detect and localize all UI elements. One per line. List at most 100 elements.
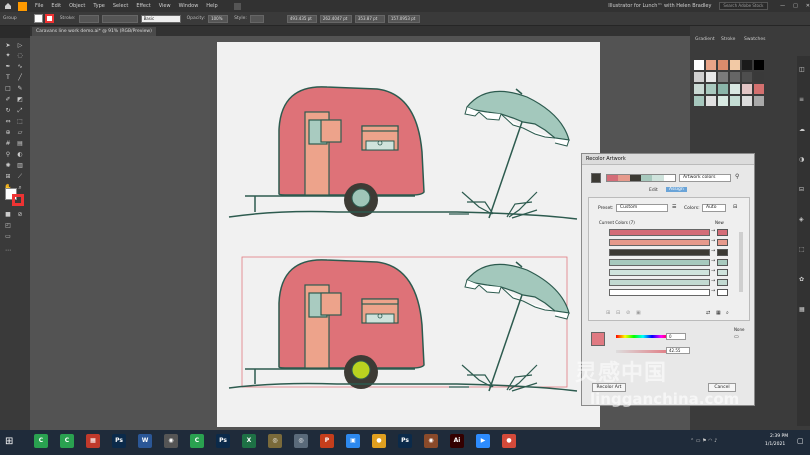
swatch[interactable] — [694, 84, 704, 94]
swatch[interactable] — [754, 60, 764, 70]
stroke-weight-field[interactable] — [78, 14, 99, 23]
current-color-bar[interactable] — [609, 289, 710, 296]
merge-icon[interactable]: ⊞ — [606, 310, 610, 316]
swatch[interactable] — [742, 60, 752, 70]
strip-swatch[interactable] — [640, 175, 653, 181]
screen-mode-icon[interactable]: ▭ — [3, 232, 13, 241]
taskbar-app-icon[interactable]: W — [138, 434, 152, 448]
menu-file[interactable]: File — [35, 3, 43, 9]
swatch[interactable] — [730, 72, 740, 82]
swatch[interactable] — [730, 60, 740, 70]
swatch[interactable] — [742, 72, 752, 82]
taskbar-app-icon[interactable]: ▦ — [86, 434, 100, 448]
y-field[interactable]: 262.4047 pt — [319, 14, 352, 23]
lasso-tool-icon[interactable]: ◌ — [15, 51, 25, 60]
eyedropper-icon[interactable]: ⚲ — [735, 173, 739, 180]
artboards-icon[interactable]: ▦ — [799, 306, 805, 313]
randomize-saturation-icon[interactable]: ▦ — [716, 310, 721, 316]
taskbar-app-icon[interactable]: C — [60, 434, 74, 448]
perspective-tool-icon[interactable]: ▱ — [15, 128, 25, 137]
rectangle-tool-icon[interactable]: □ — [3, 84, 13, 93]
new-color-swatch[interactable] — [717, 259, 728, 266]
new-color-swatch[interactable] — [717, 239, 728, 246]
find-icon[interactable]: ⌕ — [726, 310, 729, 316]
current-color-bar[interactable] — [609, 239, 710, 246]
swatch[interactable] — [706, 84, 716, 94]
properties-icon[interactable]: ≡ — [799, 96, 804, 103]
new-color-swatch[interactable] — [717, 229, 728, 236]
symbols-icon[interactable]: ✿ — [799, 276, 804, 283]
free-transform-tool-icon[interactable]: ⬚ — [15, 117, 25, 126]
color-group-icon[interactable] — [591, 173, 601, 183]
artwork-colors-field[interactable]: Artwork colors — [679, 174, 731, 182]
width-tool-icon[interactable]: ⇔ — [3, 117, 13, 126]
x-field[interactable]: 493.435 pt — [286, 14, 317, 23]
umbrella-bottom[interactable] — [449, 261, 570, 392]
taskbar-app-icon[interactable]: ▶ — [476, 434, 490, 448]
symbol-sprayer-tool-icon[interactable]: ✺ — [3, 161, 13, 170]
taskbar-app-icon[interactable]: Ai — [450, 434, 464, 448]
h-slider[interactable] — [616, 335, 670, 338]
style-field[interactable] — [249, 14, 264, 23]
none-mode-icon[interactable]: ⊘ — [15, 210, 25, 219]
menu-effect[interactable]: Effect — [136, 3, 150, 9]
pathfinder-icon[interactable]: ◈ — [799, 216, 804, 223]
taskbar-app-icon[interactable]: ◎ — [268, 434, 282, 448]
panel-tab-gradient[interactable]: Gradient — [695, 36, 715, 44]
more-tools-icon[interactable]: ⋯ — [3, 246, 13, 255]
taskbar-app-icon[interactable]: ◉ — [164, 434, 178, 448]
gradient-tool-icon[interactable]: ▤ — [15, 139, 25, 148]
brush-definition-field[interactable]: Basic — [140, 14, 181, 23]
mapping-arrow-icon[interactable]: → — [711, 288, 715, 294]
slice-tool-icon[interactable]: ⟋ — [15, 172, 25, 181]
color-mode-icon[interactable]: ■ — [3, 210, 13, 219]
menu-help[interactable]: Help — [206, 3, 217, 9]
strip-swatch[interactable] — [607, 175, 619, 181]
scroll-handle[interactable] — [739, 232, 743, 292]
opacity-field[interactable]: 100% — [208, 14, 229, 23]
tab-assign[interactable]: Assign — [666, 187, 687, 192]
taskbar-app-icon[interactable]: X — [242, 434, 256, 448]
randomize-order-icon[interactable]: ⇄ — [706, 310, 710, 316]
swatch[interactable] — [742, 96, 752, 106]
menu-select[interactable]: Select — [113, 3, 128, 9]
workspace-icon[interactable] — [233, 2, 242, 10]
swatch[interactable] — [706, 60, 716, 70]
k-field[interactable]: 0 — [666, 333, 686, 340]
new-color-swatch[interactable] — [717, 269, 728, 276]
color-strip[interactable] — [606, 174, 676, 182]
swatch[interactable] — [754, 72, 764, 82]
start-icon[interactable]: ⊞ — [5, 436, 13, 447]
new-color-swatch[interactable] — [717, 289, 728, 296]
pen-tool-icon[interactable]: ✒ — [3, 62, 13, 71]
swatch[interactable] — [730, 84, 740, 94]
taskbar-app-icon[interactable]: C — [34, 434, 48, 448]
swatch[interactable] — [718, 84, 728, 94]
s-field[interactable]: 42.55 — [666, 347, 690, 354]
taskbar-app-icon[interactable]: ● — [502, 434, 516, 448]
swatch[interactable] — [754, 84, 764, 94]
selected-color-swatch[interactable] — [591, 332, 605, 346]
libraries-icon[interactable]: ☁ — [799, 126, 805, 133]
preset-select[interactable]: Custom — [616, 204, 668, 212]
panel-tab-swatches[interactable]: Swatches — [744, 36, 766, 44]
magic-wand-tool-icon[interactable]: ✦ — [3, 51, 13, 60]
colors-select[interactable]: Auto — [702, 204, 726, 212]
taskbar-app-icon[interactable]: C — [190, 434, 204, 448]
harmony-icon[interactable]: ⊟ — [733, 204, 737, 210]
shape-builder-tool-icon[interactable]: ⊕ — [3, 128, 13, 137]
current-color-bar[interactable] — [609, 229, 710, 236]
swatch[interactable] — [718, 72, 728, 82]
mapping-arrow-icon[interactable]: → — [711, 228, 715, 234]
taskbar-app-icon[interactable]: Ps — [398, 434, 412, 448]
swatch[interactable] — [706, 96, 716, 106]
type-tool-icon[interactable]: T — [3, 73, 13, 82]
graph-tool-icon[interactable]: ▥ — [15, 161, 25, 170]
menu-object[interactable]: Object — [69, 3, 85, 9]
mapping-arrow-icon[interactable]: → — [711, 238, 715, 244]
panel-tab-stroke[interactable]: Stroke — [721, 36, 735, 44]
home-icon[interactable] — [4, 2, 12, 10]
exclude-icon[interactable]: ⊘ — [626, 310, 630, 316]
layers-icon[interactable]: ◫ — [799, 66, 805, 73]
menu-edit[interactable]: Edit — [51, 3, 61, 9]
